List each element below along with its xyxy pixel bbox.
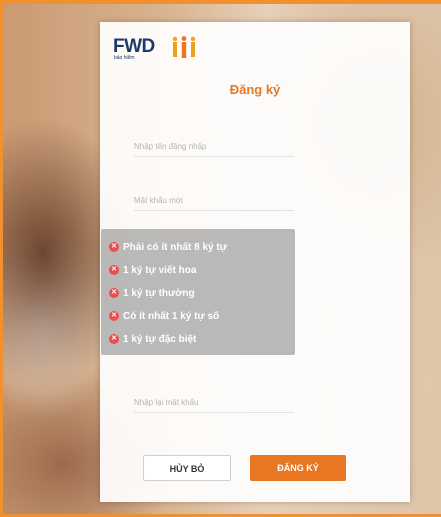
people-icon	[172, 36, 196, 58]
app-window: FWD bảo hiểm Đăng ký ✕ Phải có ít nhất 8…	[0, 0, 441, 517]
rule-item: ✕ Phải có ít nhất 8 ký tự	[109, 239, 227, 255]
rule-text: 1 ký tự thường	[123, 287, 195, 299]
rule-item: ✕ Có ít nhất 1 ký tự số	[109, 308, 219, 324]
register-button[interactable]: ĐĂNG KÝ	[250, 455, 346, 481]
password-rules-tooltip: ✕ Phải có ít nhất 8 ký tự ✕ 1 ký tự viết…	[101, 229, 295, 355]
error-icon: ✕	[109, 288, 119, 298]
page-title: Đăng ký	[229, 82, 281, 97]
cancel-button[interactable]: HỦY BỎ	[143, 455, 231, 481]
error-icon: ✕	[109, 311, 119, 321]
fwd-logo: FWD bảo hiểm	[113, 36, 203, 64]
rule-item: ✕ 1 ký tự thường	[109, 285, 195, 301]
rule-item: ✕ 1 ký tự đặc biệt	[109, 331, 196, 347]
logo-subtext: bảo hiểm	[114, 55, 135, 61]
rule-item: ✕ 1 ký tự viết hoa	[109, 262, 196, 278]
error-icon: ✕	[109, 265, 119, 275]
error-icon: ✕	[109, 334, 119, 344]
error-icon: ✕	[109, 242, 119, 252]
rule-text: 1 ký tự viết hoa	[123, 264, 197, 276]
username-field[interactable]	[134, 136, 294, 157]
confirm-password-field[interactable]	[134, 392, 294, 413]
rule-text: Phải có ít nhất 8 ký tự	[123, 241, 227, 253]
new-password-field[interactable]	[134, 190, 294, 211]
rule-text: 1 ký tự đặc biệt	[123, 333, 197, 345]
rule-text: Có ít nhất 1 ký tự số	[123, 310, 220, 322]
